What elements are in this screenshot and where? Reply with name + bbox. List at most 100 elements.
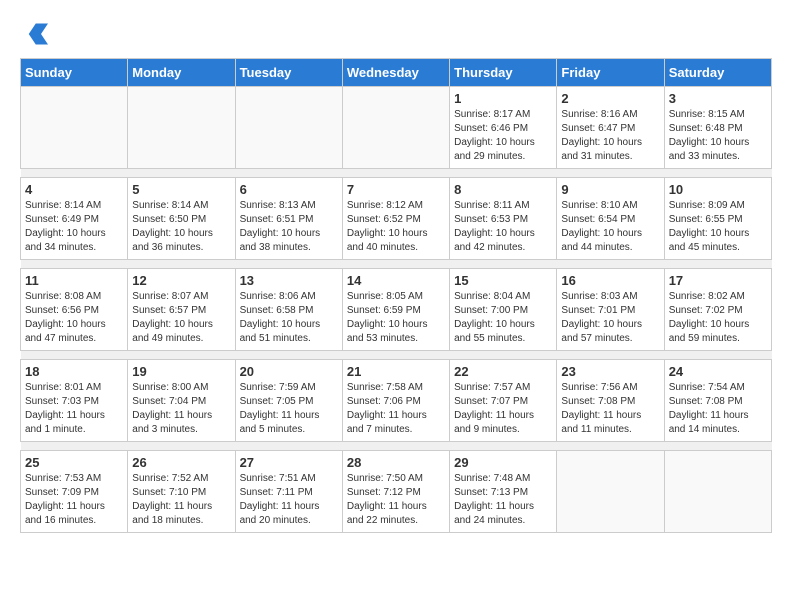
row-separator [21,442,772,451]
day-info: Sunrise: 8:12 AM Sunset: 6:52 PM Dayligh… [347,199,445,255]
day-number: 18 [25,364,123,379]
day-number: 3 [669,91,767,106]
calendar-table: SundayMondayTuesdayWednesdayThursdayFrid… [20,58,772,533]
day-number: 29 [454,455,552,470]
day-number: 13 [240,273,338,288]
day-number: 9 [561,182,659,197]
day-info: Sunrise: 7:51 AM Sunset: 7:11 PM Dayligh… [240,472,338,528]
weekday-cell: Tuesday [235,59,342,87]
day-number: 2 [561,91,659,106]
day-info: Sunrise: 8:11 AM Sunset: 6:53 PM Dayligh… [454,199,552,255]
weekday-cell: Monday [128,59,235,87]
day-number: 24 [669,364,767,379]
calendar-day-cell: 12 Sunrise: 8:07 AM Sunset: 6:57 PM Dayli… [128,269,235,351]
logo [20,20,52,48]
calendar-day-cell: 18 Sunrise: 8:01 AM Sunset: 7:03 PM Dayli… [21,360,128,442]
calendar-day-cell: 13 Sunrise: 8:06 AM Sunset: 6:58 PM Dayli… [235,269,342,351]
day-info: Sunrise: 7:57 AM Sunset: 7:07 PM Dayligh… [454,381,552,437]
calendar-day-cell: 22 Sunrise: 7:57 AM Sunset: 7:07 PM Dayli… [450,360,557,442]
day-number: 17 [669,273,767,288]
page-header [20,20,772,48]
day-number: 19 [132,364,230,379]
day-info: Sunrise: 8:03 AM Sunset: 7:01 PM Dayligh… [561,290,659,346]
calendar-day-cell: 20Sunrise: 7:59 AM Sunset: 7:05 PM Dayli… [235,360,342,442]
day-info: Sunrise: 8:14 AM Sunset: 6:50 PM Dayligh… [132,199,230,255]
weekday-cell: Sunday [21,59,128,87]
day-number: 4 [25,182,123,197]
day-number: 12 [132,273,230,288]
day-number: 1 [454,91,552,106]
day-info: Sunrise: 8:01 AM Sunset: 7:03 PM Dayligh… [25,381,123,437]
calendar-day-cell: 16 Sunrise: 8:03 AM Sunset: 7:01 PM Dayli… [557,269,664,351]
row-separator [21,351,772,360]
day-info: Sunrise: 7:50 AM Sunset: 7:12 PM Dayligh… [347,472,445,528]
day-number: 20 [240,364,338,379]
calendar-day-cell: 4 Sunrise: 8:14 AM Sunset: 6:49 PM Daylig… [21,178,128,260]
day-number: 21 [347,364,445,379]
day-number: 7 [347,182,445,197]
day-info: Sunrise: 7:48 AM Sunset: 7:13 PM Dayligh… [454,472,552,528]
day-info: Sunrise: 8:05 AM Sunset: 6:59 PM Dayligh… [347,290,445,346]
calendar-day-cell [557,451,664,533]
calendar-day-cell [342,87,449,169]
day-number: 11 [25,273,123,288]
calendar-day-cell: 14 Sunrise: 8:05 AM Sunset: 6:59 PM Dayli… [342,269,449,351]
calendar-day-cell: 2 Sunrise: 8:16 AM Sunset: 6:47 PM Daylig… [557,87,664,169]
calendar-week-row: 1Sunrise: 8:17 AM Sunset: 6:46 PM Daylig… [21,87,772,169]
day-info: Sunrise: 8:02 AM Sunset: 7:02 PM Dayligh… [669,290,767,346]
day-number: 15 [454,273,552,288]
calendar-day-cell [21,87,128,169]
calendar-day-cell [235,87,342,169]
day-info: Sunrise: 8:07 AM Sunset: 6:57 PM Dayligh… [132,290,230,346]
weekday-cell: Thursday [450,59,557,87]
day-number: 10 [669,182,767,197]
day-info: Sunrise: 8:06 AM Sunset: 6:58 PM Dayligh… [240,290,338,346]
calendar-body: 1Sunrise: 8:17 AM Sunset: 6:46 PM Daylig… [21,87,772,533]
calendar-day-cell: 15 Sunrise: 8:04 AM Sunset: 7:00 PM Dayli… [450,269,557,351]
calendar-day-cell: 9Sunrise: 8:10 AM Sunset: 6:54 PM Daylig… [557,178,664,260]
calendar-day-cell: 3Sunrise: 8:15 AM Sunset: 6:48 PM Daylig… [664,87,771,169]
row-separator [21,260,772,269]
day-number: 16 [561,273,659,288]
logo-icon [20,20,48,48]
calendar-day-cell [664,451,771,533]
day-info: Sunrise: 8:08 AM Sunset: 6:56 PM Dayligh… [25,290,123,346]
calendar-week-row: 4 Sunrise: 8:14 AM Sunset: 6:49 PM Daylig… [21,178,772,260]
calendar-week-row: 25 Sunrise: 7:53 AM Sunset: 7:09 PM Dayli… [21,451,772,533]
day-info: Sunrise: 8:14 AM Sunset: 6:49 PM Dayligh… [25,199,123,255]
day-info: Sunrise: 8:09 AM Sunset: 6:55 PM Dayligh… [669,199,767,255]
calendar-day-cell: 19 Sunrise: 8:00 AM Sunset: 7:04 PM Dayli… [128,360,235,442]
calendar-day-cell: 5Sunrise: 8:14 AM Sunset: 6:50 PM Daylig… [128,178,235,260]
weekday-cell: Wednesday [342,59,449,87]
calendar-day-cell: 23 Sunrise: 7:56 AM Sunset: 7:08 PM Dayli… [557,360,664,442]
calendar-week-row: 18 Sunrise: 8:01 AM Sunset: 7:03 PM Dayli… [21,360,772,442]
calendar-day-cell: 21Sunrise: 7:58 AM Sunset: 7:06 PM Dayli… [342,360,449,442]
day-info: Sunrise: 7:52 AM Sunset: 7:10 PM Dayligh… [132,472,230,528]
day-info: Sunrise: 7:53 AM Sunset: 7:09 PM Dayligh… [25,472,123,528]
calendar-day-cell: 10 Sunrise: 8:09 AM Sunset: 6:55 PM Dayli… [664,178,771,260]
day-number: 22 [454,364,552,379]
calendar-day-cell: 29 Sunrise: 7:48 AM Sunset: 7:13 PM Dayli… [450,451,557,533]
weekday-cell: Saturday [664,59,771,87]
row-separator [21,169,772,178]
calendar-day-cell: 6 Sunrise: 8:13 AM Sunset: 6:51 PM Daylig… [235,178,342,260]
day-number: 8 [454,182,552,197]
calendar-day-cell: 26Sunrise: 7:52 AM Sunset: 7:10 PM Dayli… [128,451,235,533]
day-number: 6 [240,182,338,197]
day-number: 14 [347,273,445,288]
day-info: Sunrise: 8:16 AM Sunset: 6:47 PM Dayligh… [561,108,659,164]
day-info: Sunrise: 7:54 AM Sunset: 7:08 PM Dayligh… [669,381,767,437]
calendar-day-cell: 17 Sunrise: 8:02 AM Sunset: 7:02 PM Dayli… [664,269,771,351]
day-info: Sunrise: 8:04 AM Sunset: 7:00 PM Dayligh… [454,290,552,346]
calendar-day-cell: 1Sunrise: 8:17 AM Sunset: 6:46 PM Daylig… [450,87,557,169]
day-info: Sunrise: 7:56 AM Sunset: 7:08 PM Dayligh… [561,381,659,437]
day-info: Sunrise: 8:13 AM Sunset: 6:51 PM Dayligh… [240,199,338,255]
day-number: 23 [561,364,659,379]
calendar-day-cell: 25 Sunrise: 7:53 AM Sunset: 7:09 PM Dayli… [21,451,128,533]
weekday-header-row: SundayMondayTuesdayWednesdayThursdayFrid… [21,59,772,87]
calendar-day-cell: 28Sunrise: 7:50 AM Sunset: 7:12 PM Dayli… [342,451,449,533]
calendar-week-row: 11 Sunrise: 8:08 AM Sunset: 6:56 PM Dayli… [21,269,772,351]
day-number: 25 [25,455,123,470]
calendar-day-cell: 11 Sunrise: 8:08 AM Sunset: 6:56 PM Dayli… [21,269,128,351]
day-info: Sunrise: 8:00 AM Sunset: 7:04 PM Dayligh… [132,381,230,437]
